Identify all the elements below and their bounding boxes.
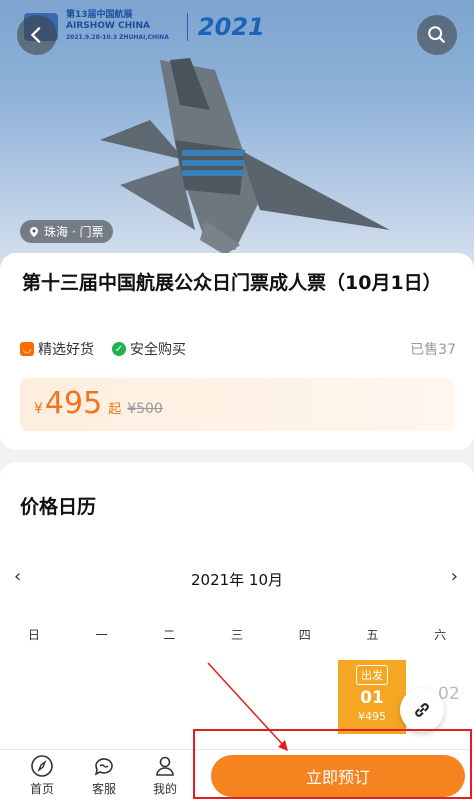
tag-label: 精选好货	[38, 342, 94, 358]
nav-service-label: 客服	[91, 782, 116, 796]
price: 495	[44, 386, 103, 421]
nav-home[interactable]: 首页	[17, 754, 67, 797]
share-link-button[interactable]	[400, 688, 444, 732]
sold-count: 已售37	[410, 342, 456, 358]
brand-line3: 2021.9.28-10.3 ZHUHAI,CHINA	[66, 34, 169, 41]
calendar-nav: ‹ 2021年 10月 ›	[0, 566, 474, 590]
departure-tag: 出发	[356, 665, 388, 685]
product-title: 第十三届中国航展公众日门票成人票（10月1日）	[22, 272, 442, 294]
annotation-highlight-box	[193, 729, 472, 799]
weekday-header: 日 一 二 三 四 五 六	[0, 626, 474, 643]
location-tag[interactable]: 珠海 · 门票	[20, 220, 114, 243]
weekday-sat: 六	[434, 628, 447, 642]
search-button[interactable]	[417, 15, 457, 55]
weekday-mon: 一	[95, 628, 108, 642]
search-icon	[428, 26, 446, 44]
shield-check-icon: ✓	[112, 342, 126, 356]
tag-label: 安全购买	[130, 342, 186, 358]
bag-icon: ◡	[20, 342, 34, 356]
weekday-thu: 四	[298, 628, 311, 642]
nav-mine[interactable]: 我的	[140, 754, 190, 797]
nav-mine-label: 我的	[152, 782, 177, 796]
hero-image: 第13届中国航展 AIRSHOW CHINA 2021.9.28-10.3 ZH…	[0, 0, 474, 270]
brand-line2: AIRSHOW CHINA	[66, 21, 150, 31]
product-info-card: 第十三届中国航展公众日门票成人票（10月1日） ◡ 精选好货 ✓ 安全购买 已售…	[0, 253, 474, 450]
location-tag-label: 珠海 · 门票	[44, 225, 104, 239]
nav-home-label: 首页	[29, 782, 54, 796]
currency-symbol: ¥	[34, 401, 43, 417]
brand-year: 2021	[186, 12, 265, 41]
calendar-day-selected[interactable]: 出发 01 ¥495	[338, 660, 406, 734]
link-icon	[415, 703, 429, 717]
airshow-brand-logo: 第13届中国航展 AIRSHOW CHINA 2021.9.28-10.3 ZH…	[24, 10, 265, 43]
product-tags: ◡ 精选好货 ✓ 安全购买 已售37	[20, 339, 456, 359]
chat-bubble-icon	[94, 758, 113, 776]
calendar-month: 2021年 10月	[190, 571, 284, 589]
weekday-wed: 三	[231, 628, 244, 642]
user-icon	[156, 756, 174, 776]
home-compass-icon	[31, 755, 53, 777]
day-price: ¥495	[358, 710, 386, 723]
tag-selected-goods: ◡ 精选好货	[20, 339, 94, 359]
original-price: ¥500	[127, 401, 163, 417]
nav-service[interactable]: 客服	[79, 754, 129, 797]
weekday-tue: 二	[163, 628, 176, 642]
back-arrow-icon	[30, 26, 41, 44]
next-month-button[interactable]: ›	[451, 566, 458, 587]
back-button[interactable]	[17, 15, 57, 55]
page: 第13届中国航展 AIRSHOW CHINA 2021.9.28-10.3 ZH…	[0, 0, 474, 801]
brand-line1: 第13届中国航展	[66, 10, 133, 20]
price-box: ¥ 495 起 ¥500	[20, 378, 454, 431]
weekday-fri: 五	[366, 628, 379, 642]
price-from-label: 起	[108, 402, 122, 417]
location-pin-icon	[30, 226, 38, 237]
weekday-sun: 日	[27, 628, 40, 642]
day-number: 01	[360, 688, 384, 708]
tag-safe-purchase: ✓ 安全购买	[112, 339, 186, 359]
calendar-title: 价格日历	[20, 496, 97, 518]
